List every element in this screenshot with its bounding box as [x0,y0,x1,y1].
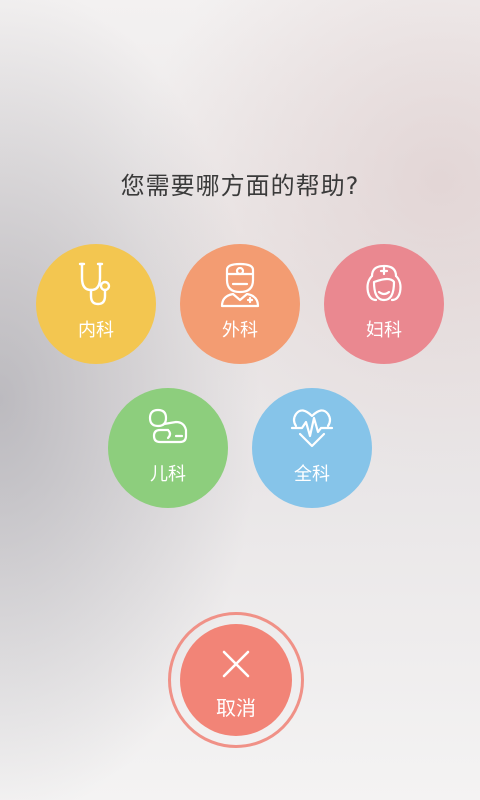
dept-label: 外科 [222,320,258,341]
nurse-icon [366,264,402,302]
dept-general-medicine-button[interactable]: 全科 [252,388,372,508]
baby-icon [148,408,188,444]
page-title: 您需要哪方面的帮助? [120,172,360,200]
dept-pediatrics-button[interactable]: 儿科 [108,388,228,508]
dept-gynecology-button[interactable]: 妇科 [324,244,444,364]
stethoscope-icon [78,262,111,306]
dept-label: 妇科 [366,320,402,341]
dept-internal-medicine-button[interactable]: 内科 [36,244,156,364]
cancel-button[interactable]: 取消 [180,624,292,736]
dept-label: 全科 [294,464,330,485]
dept-label: 内科 [78,320,114,341]
cancel-label: 取消 [216,696,256,720]
close-icon [222,650,250,678]
dept-label: 儿科 [150,464,186,485]
dept-surgery-button[interactable]: 外科 [180,244,300,364]
heartbeat-icon [290,409,334,448]
surgeon-icon [220,262,260,308]
